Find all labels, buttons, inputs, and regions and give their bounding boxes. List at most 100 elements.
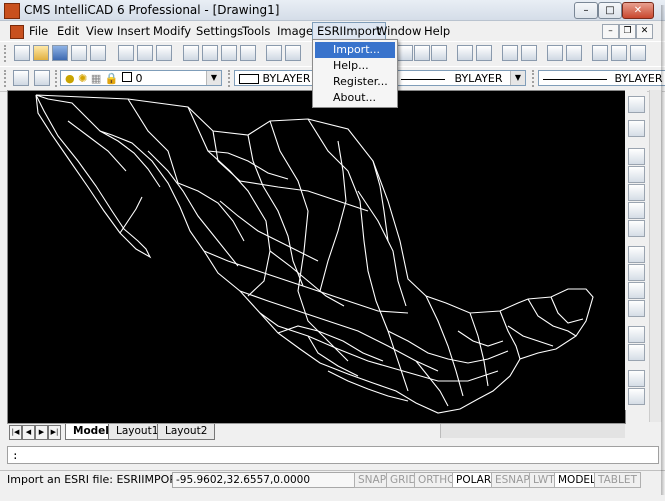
layer-manager-icon[interactable] [13,70,29,86]
layer-previous-icon[interactable] [34,70,50,86]
title-bar: CMS IntelliCAD 6 Professional - [Drawing… [0,0,665,21]
pick-icon[interactable] [628,96,645,113]
tablet-toggle[interactable]: TABLET [594,472,641,488]
polar-toggle[interactable]: POLAR [452,472,496,488]
menu-image[interactable]: Image [273,22,317,40]
app-icon[interactable] [4,3,20,19]
menu-window[interactable]: Window [372,22,425,40]
menu-tools[interactable]: Tools [238,22,274,40]
menu-item-about[interactable]: About... [315,90,395,106]
chevron-down-icon[interactable]: ▼ [206,71,221,85]
status-bar: Import an ESRI file: ESRIIMPORT -95.9602… [0,470,665,488]
polyline-icon[interactable] [592,45,608,61]
horizontal-scrollbar[interactable] [440,424,625,438]
esriimport-dropdown: Import... Help... Register... About... [312,39,398,108]
pan-realtime-icon[interactable] [628,202,645,219]
viewpoint-icon[interactable] [628,264,645,281]
match-properties-icon[interactable] [240,45,256,61]
close-button[interactable]: ✕ [622,2,654,19]
camera-icon[interactable] [628,326,645,343]
command-line[interactable]: : [7,446,659,464]
orbit-icon[interactable] [628,344,645,361]
pan-icon[interactable] [414,45,430,61]
menu-file[interactable]: File [25,22,52,40]
mirror-icon[interactable] [502,45,518,61]
mdi-restore-button[interactable]: ❐ [619,24,636,39]
menu-insert[interactable]: Insert [113,22,154,40]
road [147,150,239,267]
zoom-in-icon[interactable] [628,148,645,165]
print-preview-icon[interactable] [137,45,153,61]
state-border [499,310,521,360]
road [327,370,409,402]
minimize-button[interactable]: – [574,2,598,19]
color-swatch [239,74,259,84]
named-views-icon[interactable] [628,246,645,263]
spellcheck-icon[interactable] [156,45,172,61]
toolbar-grip[interactable] [532,70,537,87]
layer-combo[interactable]: ● ✺ ▦ 🔒 0 ▼ [60,70,222,86]
point-icon[interactable] [566,45,582,61]
zoom-window-icon[interactable] [628,184,645,201]
menu-item-register[interactable]: Register... [315,74,395,90]
rectangle-icon[interactable] [611,45,627,61]
undo-icon[interactable] [266,45,282,61]
line-icon[interactable] [630,45,646,61]
toolbar-grip[interactable] [228,70,233,87]
menu-modify[interactable]: Modify [149,22,195,40]
state-border [212,130,369,212]
zoom-out-icon[interactable] [628,166,645,183]
linetype-value: BYLAYER [454,72,503,85]
menu-edit[interactable]: Edit [53,22,83,40]
menu-bar: File Edit View Insert Modify Settings To… [0,22,665,40]
toolbar-grip[interactable] [4,70,9,87]
pencil-icon[interactable] [628,120,645,137]
window-icon[interactable] [431,45,447,61]
find-icon[interactable] [71,45,87,61]
properties-icon[interactable] [628,388,645,405]
esnap-toggle[interactable]: ESNAP [491,472,534,488]
open-icon[interactable] [33,45,49,61]
rotate-icon[interactable] [457,45,473,61]
zoom-icon[interactable] [397,45,413,61]
tile-icon[interactable] [628,370,645,387]
chevron-down-icon[interactable]: ▼ [510,71,525,85]
zoom-previous-icon[interactable] [628,220,645,237]
menu-item-import[interactable]: Import... [315,42,395,58]
menu-help[interactable]: Help [420,22,454,40]
render-icon[interactable] [628,282,645,299]
linetype-combo[interactable]: BYLAYER ▼ [396,70,526,86]
tab-layout2[interactable]: Layout2 [157,424,216,440]
color-combo[interactable]: BYLAYER [234,70,322,86]
export-icon[interactable] [90,45,106,61]
paste-icon[interactable] [221,45,237,61]
menu-view[interactable]: View [82,22,117,40]
lineweight-preview [543,78,607,80]
menu-item-help[interactable]: Help... [315,58,395,74]
toolbar-grip[interactable] [4,45,9,62]
redraw-icon[interactable] [476,45,492,61]
window-shadow [661,5,665,495]
save-icon[interactable] [52,45,68,61]
doc-icon[interactable] [10,25,24,39]
cut-icon[interactable] [183,45,199,61]
next-tab-button[interactable]: ▶ [35,425,48,440]
redo-icon[interactable] [285,45,301,61]
mdi-minimize-button[interactable]: – [602,24,619,39]
bulb-icon: ● [65,72,75,85]
maximize-button[interactable]: □ [598,2,622,19]
state-border [550,296,584,324]
shade-icon[interactable] [628,300,645,317]
drawing-canvas[interactable] [7,90,626,424]
snap-toggle[interactable]: SNAP [354,472,391,488]
first-tab-button[interactable]: |◀ [9,425,22,440]
lineweight-combo[interactable]: BYLAYER [538,70,665,86]
print-icon[interactable] [118,45,134,61]
mdi-close-button[interactable]: ✕ [636,24,653,39]
prev-tab-button[interactable]: ◀ [22,425,35,440]
copy-icon[interactable] [202,45,218,61]
array-icon[interactable] [521,45,537,61]
snap-grid-icon[interactable] [547,45,563,61]
new-icon[interactable] [14,45,30,61]
last-tab-button[interactable]: ▶| [48,425,61,440]
